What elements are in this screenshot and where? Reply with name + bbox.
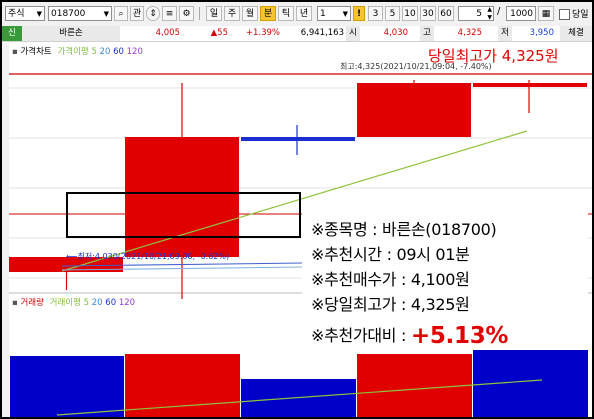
- minute-10-button[interactable]: 10: [402, 6, 418, 21]
- search-button[interactable]: ⌕: [114, 6, 128, 21]
- return-value: +5.13%: [410, 323, 509, 349]
- stock-code-input[interactable]: 018700 ▼: [48, 6, 112, 21]
- volume-bar: [10, 356, 124, 417]
- interval-select[interactable]: 1 ▼: [317, 6, 351, 21]
- view-button[interactable]: 관: [130, 6, 144, 21]
- chevron-down-icon: ▼: [103, 10, 109, 18]
- day-high-line: ※당일최고가 : 4,325원: [311, 295, 470, 314]
- toolbar: 주식 ▼ 018700 ▼ ⌕ 관 ⇕ ≡ ⚙ 일 주 월 분 틱 년 1 ▼ …: [2, 2, 592, 27]
- market-select-value: 주식: [8, 9, 25, 19]
- left-axis-strip: [2, 43, 9, 417]
- ma-5: 5: [91, 47, 97, 57]
- volume-bar: [357, 354, 472, 417]
- volume-ma-60: 60: [105, 298, 117, 308]
- minute-3-button[interactable]: 3: [368, 6, 383, 21]
- stock-list-icon[interactable]: ≡: [162, 6, 177, 21]
- recommend-time-line: ※추천시간 : 09시 01분: [311, 245, 470, 264]
- interval-value: 1: [320, 9, 326, 19]
- search-icon: ⌕: [118, 9, 124, 19]
- ma-label: 가격이평: [57, 47, 89, 57]
- low-annotation-text: 최저:4,030(2021/10/21,09:00, -0.62%): [77, 252, 230, 261]
- headline-high-price: 당일최고가 4,325원: [428, 47, 559, 65]
- ma-60: 60: [113, 47, 124, 57]
- current-price: 4,005: [155, 28, 180, 38]
- period-tick-button[interactable]: 틱: [278, 6, 294, 21]
- volume-legend: ▪ 거래량 거래이평 5 20 60 120: [12, 296, 135, 308]
- high-value: 4,325: [457, 28, 482, 38]
- period-week-button[interactable]: 주: [224, 6, 240, 21]
- period-day-button[interactable]: 일: [206, 6, 222, 21]
- return-label: ※추천가대비 :: [311, 326, 411, 345]
- quote-bar: 신 바른손 4,005 ▲55 +1.39% 6,941,163 시 4,030…: [2, 26, 592, 42]
- candle-body: [241, 137, 355, 141]
- chart-legend: ▪ 가격차트 가격이평 5 20 60 120: [12, 45, 143, 57]
- period-minute-button[interactable]: 분: [260, 6, 276, 21]
- ratio-slash: /: [497, 6, 501, 17]
- chevron-down-icon: ▼: [342, 10, 348, 18]
- high-label: 고: [420, 26, 434, 41]
- chart-icon[interactable]: ▦: [538, 6, 554, 21]
- market-select[interactable]: 주식 ▼: [5, 6, 45, 21]
- arrow-left-icon: ⟵: [66, 252, 78, 261]
- period-year-button[interactable]: 년: [296, 6, 312, 21]
- volume-value: 6,941,163: [300, 28, 344, 38]
- low-value: 3,950: [529, 28, 554, 38]
- exec-tab[interactable]: 체결: [560, 26, 592, 41]
- same-day-label: 당일: [572, 10, 589, 20]
- stock-name-line: ※종목명 : 바른손(018700): [311, 220, 497, 239]
- legend-marker: ▪: [12, 298, 18, 308]
- volume-ma-label: 거래이평: [49, 298, 81, 308]
- price-change: ▲55: [210, 28, 228, 38]
- minute-30-button[interactable]: 30: [420, 6, 436, 21]
- change-percent: +1.39%: [245, 28, 280, 38]
- volume-ma-20: 20: [91, 298, 103, 308]
- chart-window: 주식 ▼ 018700 ▼ ⌕ 관 ⇕ ≡ ⚙ 일 주 월 분 틱 년 1 ▼ …: [0, 0, 594, 419]
- open-value: 4,030: [383, 28, 408, 38]
- candle-body: [357, 83, 471, 137]
- recommendation-box: ※종목명 : 바른손(018700) ※추천시간 : 09시 01분 ※추천매수…: [302, 210, 588, 350]
- credit-badge: 신: [2, 26, 22, 41]
- volume-bar: [125, 354, 240, 417]
- ratio-input[interactable]: 1000: [506, 6, 536, 21]
- warning-icon[interactable]: !: [353, 6, 365, 21]
- ma-20: 20: [99, 47, 111, 57]
- return-line: ※추천가대비 : +5.13%: [311, 322, 508, 349]
- count-stepper[interactable]: 5 ▲ ▼: [458, 6, 494, 21]
- buy-price-line: ※추천매수가 : 4,100원: [311, 270, 470, 289]
- stock-code-value: 018700: [51, 9, 86, 19]
- period-month-button[interactable]: 월: [242, 6, 258, 21]
- same-day-checkbox[interactable]: [559, 9, 570, 20]
- volume-ma-120: 120: [118, 298, 136, 308]
- candle-body: [125, 137, 239, 257]
- ma-120: 120: [126, 47, 143, 57]
- candle-body: [473, 83, 587, 87]
- stock-name: 바른손: [22, 26, 120, 41]
- low-annotation: ⟵최저:4,030(2021/10/21,09:00, -0.62%): [66, 251, 229, 262]
- stepper-arrows-icon: ▲ ▼: [487, 6, 492, 21]
- low-label: 저: [498, 26, 512, 41]
- chevron-down-icon: ▼: [36, 10, 42, 18]
- toolbar-divider: [199, 7, 200, 20]
- legend-marker: ▪: [12, 47, 18, 57]
- settings-icon[interactable]: ⚙: [179, 6, 194, 21]
- volume-title: 거래량: [20, 298, 44, 308]
- count-value: 5: [476, 9, 482, 19]
- chart-title: 가격차트: [20, 47, 52, 57]
- sort-icon[interactable]: ⇕: [146, 6, 160, 21]
- open-label: 시: [346, 26, 360, 41]
- minute-5-button[interactable]: 5: [385, 6, 400, 21]
- volume-ma-5: 5: [83, 298, 90, 308]
- minute-60-button[interactable]: 60: [438, 6, 454, 21]
